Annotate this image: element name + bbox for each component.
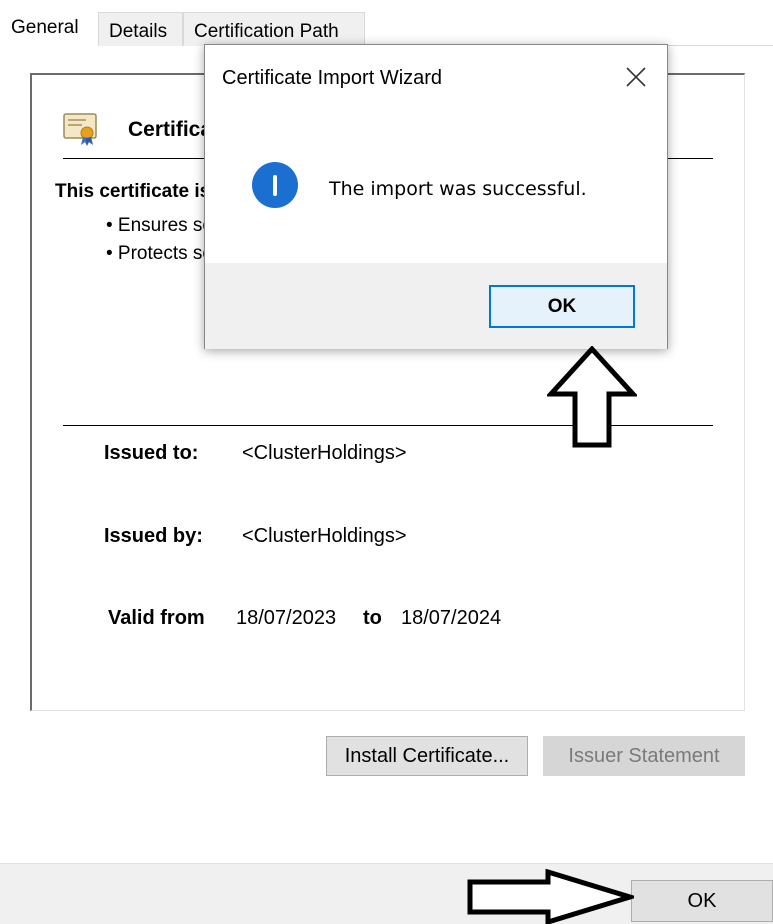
close-icon[interactable] (623, 64, 649, 90)
arrow-up-icon (547, 346, 637, 448)
tab-general[interactable]: General (0, 8, 98, 46)
tab-general-label: General (11, 17, 79, 38)
certificate-purpose-heading: This certificate is intended for the fol… (55, 181, 205, 202)
install-certificate-button[interactable]: Install Certificate... (326, 736, 528, 776)
certificate-title: Certificate Information (128, 118, 208, 141)
tab-certification-path-label: Certification Path (194, 21, 339, 42)
dialog-ok-button[interactable]: OK (489, 285, 635, 328)
info-icon-glyph (273, 175, 277, 196)
purpose-bullet: • Protects software from alteration afte… (106, 243, 206, 264)
issued-by-label: Issued by: (104, 525, 203, 547)
issuer-statement-button: Issuer Statement (543, 736, 745, 776)
dialog-title: Certificate Import Wizard (222, 67, 443, 89)
dialog-message: The import was successful. (329, 178, 587, 200)
issued-to-value: <ClusterHoldings> (242, 442, 407, 464)
issued-to-label: Issued to: (104, 442, 199, 464)
tab-details-label: Details (109, 21, 168, 42)
ok-button[interactable]: OK (631, 880, 773, 922)
purpose-bullet: • Ensures software came from software pu… (106, 215, 206, 236)
tab-certification-path[interactable]: Certification Path (183, 12, 365, 46)
import-wizard-dialog: Certificate Import Wizard The import was… (204, 44, 668, 349)
valid-from-value: 18/07/2023 (236, 607, 337, 629)
issued-by-value: <ClusterHoldings> (242, 525, 407, 547)
valid-from-label: Valid from (108, 607, 205, 629)
info-icon (252, 162, 298, 208)
certificate-icon (63, 113, 97, 146)
tab-details[interactable]: Details (98, 12, 183, 46)
valid-to-value: 18/07/2024 (401, 607, 502, 629)
valid-to-label: to (363, 607, 382, 629)
arrow-right-icon (467, 869, 634, 924)
